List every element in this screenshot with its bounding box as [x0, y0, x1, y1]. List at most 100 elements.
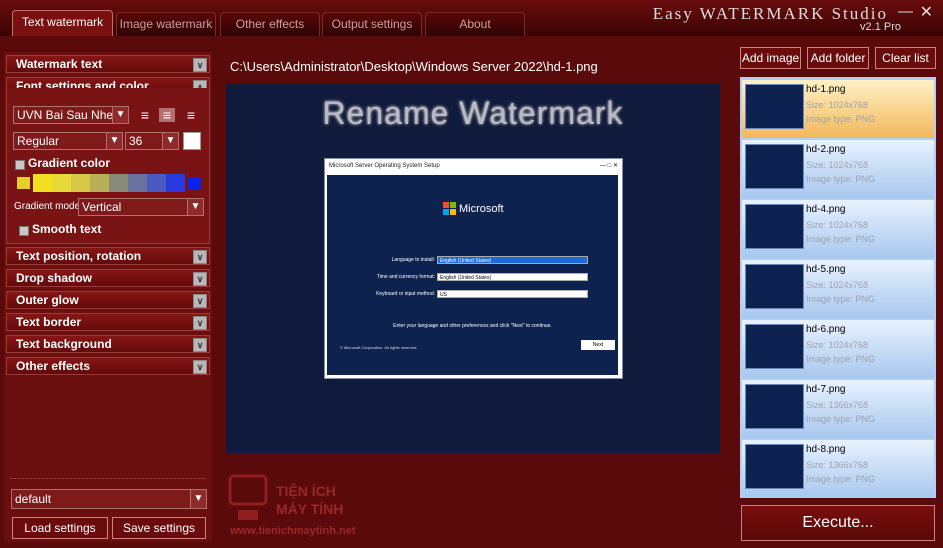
file-list[interactable]: hd-1.png Size: 1024x768 Image type: PNG hd-…	[740, 77, 936, 498]
gradient-swatch[interactable]	[166, 174, 185, 192]
gradient-swatch[interactable]	[147, 174, 166, 192]
font-style-select[interactable]: Regular ▼	[13, 132, 123, 150]
gradient-swatch[interactable]	[185, 174, 204, 192]
clear-list-button[interactable]: Clear list	[875, 47, 936, 69]
smooth-text-checkbox[interactable]	[19, 226, 29, 236]
gradient-swatch[interactable]	[33, 174, 52, 192]
tab-output-settings[interactable]: Output settings	[322, 12, 422, 36]
time-format-field[interactable]: English (United States)	[437, 273, 588, 281]
chevron-down-icon[interactable]: ∨	[193, 316, 207, 330]
setup-dialog-screenshot: Microsoft Server Operating System Setup …	[324, 158, 623, 379]
chevron-down-icon[interactable]: ∨	[193, 272, 207, 286]
close-icon[interactable]: ✕	[920, 2, 933, 22]
load-settings-button[interactable]: Load settings	[12, 517, 108, 539]
gradient-swatch[interactable]	[90, 174, 109, 192]
gradient-strip[interactable]	[14, 174, 204, 192]
section-text-background[interactable]: Text background ∨	[6, 335, 210, 353]
section-outer-glow[interactable]: Outer glow ∨	[6, 291, 210, 309]
font-color-swatch[interactable]	[183, 132, 201, 150]
preset-value: default	[15, 492, 52, 506]
file-type: Image type: PNG	[806, 414, 876, 424]
watermark-text-preview[interactable]: Rename Watermark	[226, 95, 720, 132]
chevron-down-icon: ▼	[162, 133, 178, 149]
dialog-title-bar: Microsoft Server Operating System Setup …	[325, 159, 622, 174]
section-text-position[interactable]: Text position, rotation ∨	[6, 247, 210, 265]
file-name: hd-6.png	[806, 324, 846, 335]
add-image-button[interactable]: Add image	[740, 47, 801, 69]
file-size: Size: 1024x768	[806, 160, 869, 170]
file-type: Image type: PNG	[806, 294, 876, 304]
align-left-icon[interactable]: ≡	[137, 108, 153, 122]
tab-image-watermark[interactable]: Image watermark	[116, 12, 216, 36]
minimize-icon[interactable]: —	[898, 3, 913, 20]
tab-other-effects[interactable]: Other effects	[220, 12, 320, 36]
gradient-mode-select[interactable]: Vertical ▼	[78, 198, 204, 216]
execute-button[interactable]: Execute...	[741, 505, 935, 541]
add-folder-button[interactable]: Add folder	[807, 47, 869, 69]
file-size: Size: 1024x768	[806, 100, 869, 110]
dialog-copyright: © Microsoft Corporation. All rights rese…	[340, 345, 418, 350]
chevron-down-icon[interactable]: ∨	[193, 360, 207, 374]
smooth-text-label: Smooth text	[32, 222, 102, 236]
file-name: hd-1.png	[806, 84, 846, 95]
tab-about[interactable]: About	[425, 12, 525, 36]
file-list-item[interactable]: hd-5.png Size: 1024x768 Image type: PNG	[742, 260, 934, 318]
chevron-down-icon[interactable]: ∨	[193, 58, 207, 72]
section-other-effects[interactable]: Other effects ∨	[6, 357, 210, 375]
file-list-item[interactable]: hd-2.png Size: 1024x768 Image type: PNG	[742, 140, 934, 198]
dialog-body: Microsoft Language to install: English (…	[327, 175, 618, 375]
keyboard-label: Keyboard or input method:	[376, 291, 435, 297]
chevron-down-icon[interactable]: ∨	[193, 294, 207, 308]
section-drop-shadow[interactable]: Drop shadow ∨	[6, 269, 210, 287]
time-format-label: Time and currency format:	[376, 274, 435, 280]
tab-text-watermark[interactable]: Text watermark	[12, 10, 113, 36]
gradient-mode-value: Vertical	[82, 200, 122, 214]
dialog-next-button[interactable]: Next	[581, 340, 615, 350]
file-thumbnail	[745, 384, 804, 429]
section-label: Other effects	[16, 359, 91, 373]
gradient-swatch[interactable]	[128, 174, 147, 192]
section-label: Watermark text	[16, 57, 103, 71]
section-label: Text background	[16, 337, 112, 351]
gradient-swatch[interactable]	[14, 174, 33, 192]
file-list-item[interactable]: hd-8.png Size: 1366x768 Image type: PNG	[742, 440, 934, 498]
section-label: Text position, rotation	[16, 249, 142, 263]
keyboard-field[interactable]: US	[437, 290, 588, 298]
file-thumbnail	[745, 444, 804, 489]
gradient-color-checkbox[interactable]	[15, 160, 25, 170]
save-settings-button[interactable]: Save settings	[112, 517, 206, 539]
language-label: Language to install:	[391, 257, 435, 263]
divider	[10, 478, 206, 479]
font-size-select[interactable]: 36 ▼	[125, 132, 179, 150]
file-list-item[interactable]: hd-1.png Size: 1024x768 Image type: PNG	[742, 80, 934, 138]
section-label: Text border	[16, 315, 82, 329]
file-type: Image type: PNG	[806, 474, 876, 484]
chevron-down-icon: ▼	[106, 133, 122, 149]
file-list-item[interactable]: hd-6.png Size: 1024x768 Image type: PNG	[742, 320, 934, 378]
font-size-value: 36	[129, 134, 143, 148]
dialog-hint: Enter your language and other preference…	[393, 323, 552, 329]
image-preview[interactable]: Rename Watermark Microsoft Server Operat…	[226, 83, 720, 453]
section-watermark-text[interactable]: Watermark text ∨	[6, 55, 210, 73]
file-thumbnail	[745, 204, 804, 249]
font-family-select[interactable]: UVN Bai Sau Nhe ▼	[13, 106, 129, 124]
chevron-down-icon: ▼	[190, 490, 206, 508]
gradient-swatch[interactable]	[52, 174, 71, 192]
file-list-item[interactable]: hd-4.png Size: 1024x768 Image type: PNG	[742, 200, 934, 258]
preset-select[interactable]: default ▼	[11, 489, 207, 509]
chevron-down-icon[interactable]: ∨	[193, 250, 207, 264]
align-center-icon[interactable]: ≡	[159, 108, 175, 122]
file-list-item[interactable]: hd-7.png Size: 1366x768 Image type: PNG	[742, 380, 934, 438]
section-text-border[interactable]: Text border ∨	[6, 313, 210, 331]
file-type: Image type: PNG	[806, 234, 876, 244]
file-name: hd-7.png	[806, 384, 846, 395]
align-right-icon[interactable]: ≡	[183, 108, 199, 122]
logo-url: www.tienichmaytinh.net	[229, 525, 356, 537]
language-field[interactable]: English (United States)	[437, 256, 588, 264]
chevron-down-icon[interactable]: ∨	[193, 338, 207, 352]
gradient-swatch[interactable]	[71, 174, 90, 192]
file-size: Size: 1024x768	[806, 340, 869, 350]
file-thumbnail	[745, 84, 804, 129]
gradient-swatch[interactable]	[109, 174, 128, 192]
file-size: Size: 1366x768	[806, 460, 869, 470]
